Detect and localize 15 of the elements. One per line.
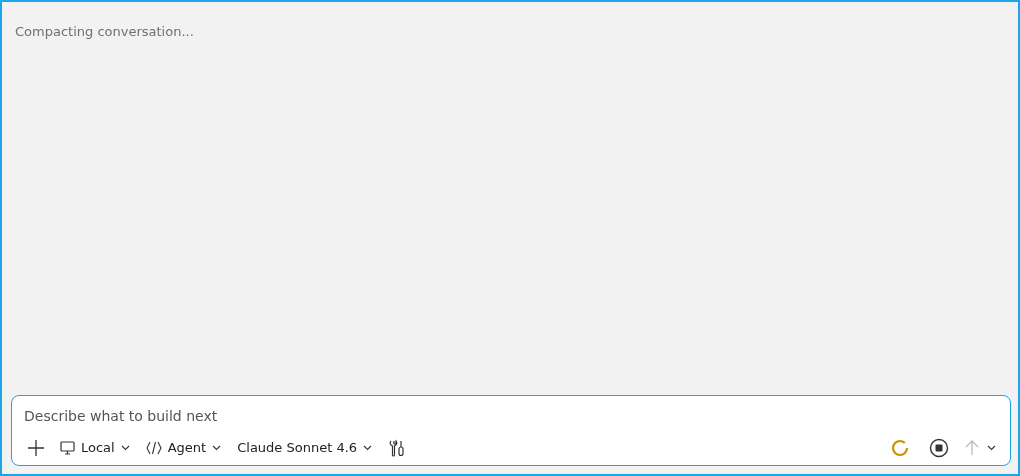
tools-icon xyxy=(388,439,407,457)
message-composer[interactable]: Describe what to build next Local Agent Claude Sonnet 4.6 xyxy=(11,395,1011,466)
chevron-down-icon xyxy=(987,445,996,451)
stop-icon xyxy=(929,438,949,458)
plus-icon xyxy=(28,440,44,456)
dropdown-button[interactable]: Local xyxy=(56,435,134,461)
chevron-down-icon xyxy=(363,445,373,451)
arrow-up-icon xyxy=(965,440,979,456)
status-text: Compacting conversation... xyxy=(14,23,195,41)
monitor-icon xyxy=(60,441,75,455)
dropdown-button[interactable]: Claude Sonnet 4.6 xyxy=(233,435,377,461)
code-icon xyxy=(145,441,162,455)
chevron-down-icon xyxy=(212,445,222,451)
dropdown-button[interactable]: Agent xyxy=(141,435,226,461)
chevron-down-icon xyxy=(120,445,130,451)
